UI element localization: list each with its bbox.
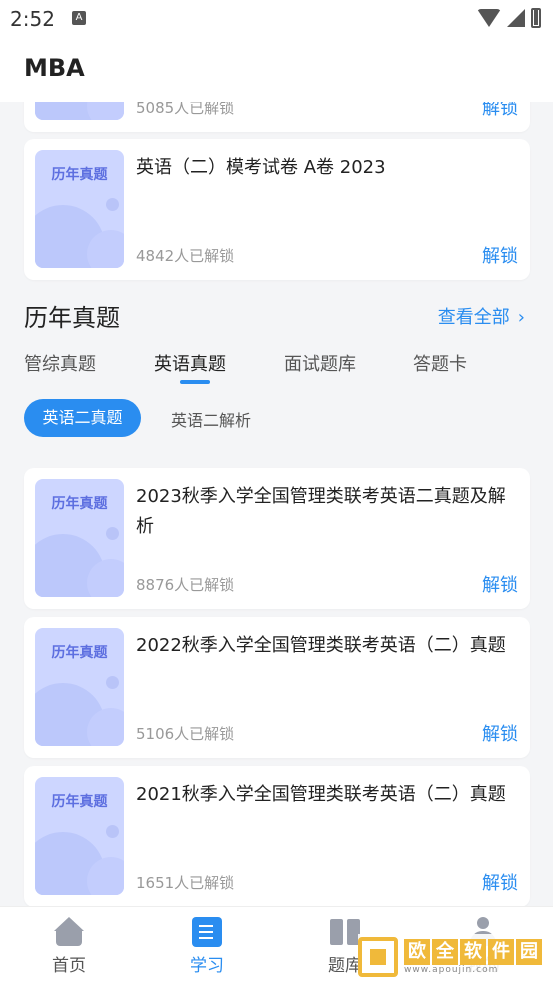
unlock-button[interactable]: 解锁: [482, 571, 518, 597]
unlock-count: 5085人已解锁: [136, 102, 235, 117]
thumbnail-label: 历年真题: [51, 496, 108, 512]
card-thumbnail: [35, 102, 124, 120]
exam-card[interactable]: 历年真题 2022秋季入学全国管理类联考英语（二）真题 5106人已解锁 解锁: [24, 617, 530, 758]
nav-label: 首页: [52, 956, 86, 976]
watermark-char: 件: [488, 939, 514, 965]
unlock-button[interactable]: 解锁: [482, 242, 518, 268]
card-title: 2022秋季入学全国管理类联考英语（二）真题: [136, 635, 506, 656]
card-thumbnail: 历年真题: [35, 150, 124, 268]
question-bank-icon: [330, 917, 360, 947]
watermark-char: 全: [432, 939, 458, 965]
wifi-icon: [477, 9, 501, 27]
thumbnail-label: 历年真题: [51, 794, 108, 810]
status-bar: 2:52 A: [0, 0, 553, 38]
view-all-label: 查看全部: [437, 307, 510, 328]
watermark-logo-icon: [358, 937, 398, 977]
card-thumbnail: 历年真题: [35, 628, 124, 746]
unlock-count: 8876人已解锁: [136, 576, 235, 594]
nav-study[interactable]: 学习: [162, 917, 252, 976]
subtab-english-two-exam[interactable]: 英语二真题: [24, 399, 141, 437]
unlock-count: 1651人已解锁: [136, 874, 235, 892]
exam-card[interactable]: 5085人已解锁 解锁: [24, 102, 530, 132]
tab-english-exam[interactable]: 英语真题: [154, 350, 226, 376]
watermark: 欧 全 软 件 园 www.apoujin.com: [358, 934, 550, 980]
unlock-count: 5106人已解锁: [136, 725, 235, 743]
study-icon: [192, 917, 222, 947]
unlock-button[interactable]: 解锁: [482, 720, 518, 746]
nav-home[interactable]: 首页: [24, 917, 114, 976]
unlock-button[interactable]: 解锁: [482, 869, 518, 895]
watermark-char: 欧: [404, 939, 430, 965]
page-title: MBA: [24, 54, 85, 82]
category-tabs: 管综真题 英语真题 面试题库 答题卡: [24, 350, 530, 390]
section-title: 历年真题: [24, 304, 120, 332]
status-icons: [477, 8, 541, 28]
tab-management-exam[interactable]: 管综真题: [24, 350, 96, 376]
card-title: 2023秋季入学全国管理类联考英语二真题及解析: [136, 486, 506, 537]
thumbnail-label: 历年真题: [51, 645, 108, 661]
home-icon: [54, 917, 84, 947]
card-thumbnail: 历年真题: [35, 777, 124, 895]
watermark-char: 园: [516, 939, 542, 965]
card-title: 英语（二）模考试卷 A卷 2023: [136, 157, 386, 178]
exam-card[interactable]: 历年真题 2021秋季入学全国管理类联考英语（二）真题 1651人已解锁 解锁: [24, 766, 530, 906]
watermark-char: 软: [460, 939, 486, 965]
nav-label: 学习: [190, 956, 224, 976]
status-time: 2:52: [10, 7, 55, 31]
notification-icon: A: [72, 11, 86, 25]
exam-card[interactable]: 历年真题 英语（二）模考试卷 A卷 2023 4842人已解锁 解锁: [24, 139, 530, 280]
exam-card[interactable]: 历年真题 2023秋季入学全国管理类联考英语二真题及解析 8876人已解锁 解锁: [24, 468, 530, 609]
tab-answer-sheet[interactable]: 答题卡: [413, 350, 467, 376]
unlock-button[interactable]: 解锁: [482, 102, 518, 120]
signal-icon: [507, 9, 525, 27]
subtab-english-two-analysis[interactable]: 英语二解析: [171, 407, 251, 431]
card-title: 2021秋季入学全国管理类联考英语（二）真题: [136, 784, 506, 805]
watermark-url: www.apoujin.com: [404, 965, 499, 975]
unlock-count: 4842人已解锁: [136, 247, 235, 265]
battery-icon: [531, 8, 541, 28]
scroll-content[interactable]: 5085人已解锁 解锁 历年真题 英语（二）模考试卷 A卷 2023 4842人…: [0, 102, 553, 906]
chevron-right-icon: ›: [517, 307, 525, 328]
thumbnail-label: 历年真题: [51, 167, 108, 183]
card-thumbnail: 历年真题: [35, 479, 124, 597]
view-all-link[interactable]: 查看全部 ›: [438, 303, 525, 329]
app-header: MBA: [0, 38, 553, 102]
active-tab-indicator: [180, 380, 210, 384]
tab-interview-bank[interactable]: 面试题库: [284, 350, 356, 376]
